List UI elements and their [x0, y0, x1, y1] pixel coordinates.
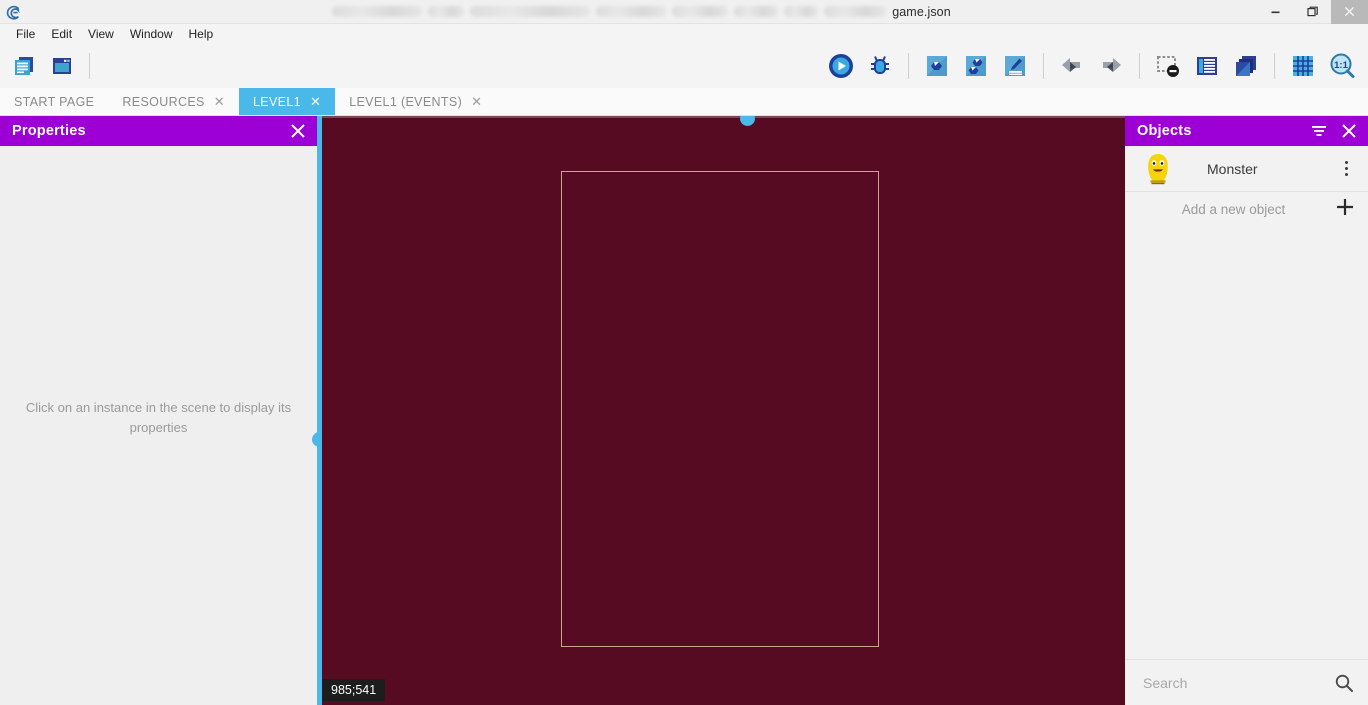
- add-external-events-icon[interactable]: [999, 50, 1031, 82]
- toolbar-separator-5: [1274, 53, 1275, 79]
- menu-bar: File Edit View Window Help: [0, 24, 1368, 44]
- add-new-object-label: Add a new object: [1181, 201, 1286, 217]
- objects-panel-header: Objects: [1125, 116, 1368, 146]
- toolbar-separator-4: [1139, 53, 1140, 79]
- menu-edit[interactable]: Edit: [43, 25, 80, 43]
- canvas-top-splitter[interactable]: [322, 116, 1125, 118]
- layers-panel-icon[interactable]: [1230, 50, 1262, 82]
- undo-icon[interactable]: [1056, 50, 1088, 82]
- menu-window[interactable]: Window: [122, 25, 181, 43]
- cursor-coordinates-badge: 985;541: [322, 679, 386, 701]
- object-options-icon[interactable]: [1336, 161, 1356, 176]
- new-window-icon[interactable]: [46, 50, 78, 82]
- properties-panel: Properties Click on an instance in the s…: [0, 116, 317, 705]
- app-root: game.json File Edit View Window Help 1:1…: [0, 0, 1368, 705]
- objects-search-box[interactable]: [1125, 659, 1368, 705]
- object-label: Monster: [1207, 160, 1258, 177]
- window-controls: [1257, 0, 1368, 24]
- menu-view[interactable]: View: [80, 25, 122, 43]
- add-new-object-button[interactable]: Add a new object: [1125, 192, 1368, 226]
- properties-panel-header: Properties: [0, 116, 317, 146]
- tab-level1[interactable]: LEVEL1 ✕: [238, 88, 336, 115]
- window-title-redacted-path: [332, 6, 892, 17]
- tab-label: LEVEL1: [252, 94, 301, 109]
- objects-panel-icon[interactable]: [1191, 50, 1223, 82]
- search-input[interactable]: [1143, 674, 1334, 691]
- panel-title: Objects: [1137, 123, 1192, 139]
- properties-header-actions: [289, 122, 307, 140]
- open-project-icon[interactable]: [8, 50, 40, 82]
- tab-level1-events[interactable]: LEVEL1 (EVENTS) ✕: [335, 88, 496, 115]
- toolbar-separator-2: [908, 53, 909, 79]
- app-logo-icon: [0, 0, 26, 24]
- window-title-filename: game.json: [892, 4, 951, 19]
- tab-close-icon[interactable]: ✕: [310, 95, 321, 108]
- search-icon[interactable]: [1334, 673, 1354, 693]
- objects-panel: Objects Monster Add a new object Search: [1125, 116, 1368, 705]
- objects-header-actions: [1310, 122, 1358, 140]
- preview-play-icon[interactable]: [825, 50, 857, 82]
- panel-title: Properties: [12, 123, 86, 139]
- toolbar-right-group: 1:1: [825, 50, 1368, 82]
- maximize-button[interactable]: [1294, 0, 1331, 24]
- debug-bug-icon[interactable]: [864, 50, 896, 82]
- list-item[interactable]: Monster: [1125, 146, 1368, 192]
- zoom-one-to-one-icon[interactable]: 1:1: [1326, 50, 1358, 82]
- svg-text:1:1: 1:1: [1334, 60, 1348, 71]
- toolbar-left-group: [0, 50, 95, 82]
- tab-label: RESOURCES: [122, 94, 205, 109]
- hide-grid-icon[interactable]: [1152, 50, 1184, 82]
- toolbar: 1:1: [0, 44, 1368, 88]
- menu-help[interactable]: Help: [181, 25, 222, 43]
- plus-icon[interactable]: [1334, 196, 1356, 222]
- toolbar-separator-3: [1043, 53, 1044, 79]
- add-scene-icon[interactable]: [921, 50, 953, 82]
- menu-file[interactable]: File: [8, 25, 43, 43]
- scene-boundary-rect: [561, 171, 879, 647]
- properties-empty-message: Click on an instance in the scene to dis…: [25, 399, 292, 435]
- top-splitter-handle[interactable]: [740, 116, 755, 126]
- main-area: Properties Click on an instance in the s…: [0, 116, 1368, 705]
- toolbar-separator: [89, 53, 90, 79]
- close-window-button[interactable]: [1331, 0, 1368, 24]
- title-bar: game.json: [0, 0, 1368, 24]
- filter-icon[interactable]: [1310, 122, 1328, 140]
- editor-tab-bar: START PAGE RESOURCES ✕ LEVEL1 ✕ LEVEL1 (…: [0, 88, 1368, 116]
- close-icon[interactable]: [289, 122, 307, 140]
- minimize-button[interactable]: [1257, 0, 1294, 24]
- tab-label: START PAGE: [14, 94, 95, 109]
- tab-start-page[interactable]: START PAGE: [0, 88, 108, 115]
- tab-close-icon[interactable]: ✕: [471, 95, 482, 108]
- tab-label: LEVEL1 (EVENTS): [349, 94, 463, 109]
- add-external-layout-icon[interactable]: [960, 50, 992, 82]
- tab-resources[interactable]: RESOURCES ✕: [108, 88, 239, 115]
- redo-icon[interactable]: [1095, 50, 1127, 82]
- properties-panel-body: Click on an instance in the scene to dis…: [0, 146, 317, 705]
- grid-icon[interactable]: [1287, 50, 1319, 82]
- tab-close-icon[interactable]: ✕: [214, 95, 225, 108]
- close-icon[interactable]: [1340, 122, 1358, 140]
- monster-sprite-icon: [1141, 152, 1175, 186]
- window-title: game.json: [26, 0, 1257, 24]
- scene-canvas[interactable]: 985;541: [322, 116, 1125, 705]
- objects-list: Monster Add a new object: [1125, 146, 1368, 659]
